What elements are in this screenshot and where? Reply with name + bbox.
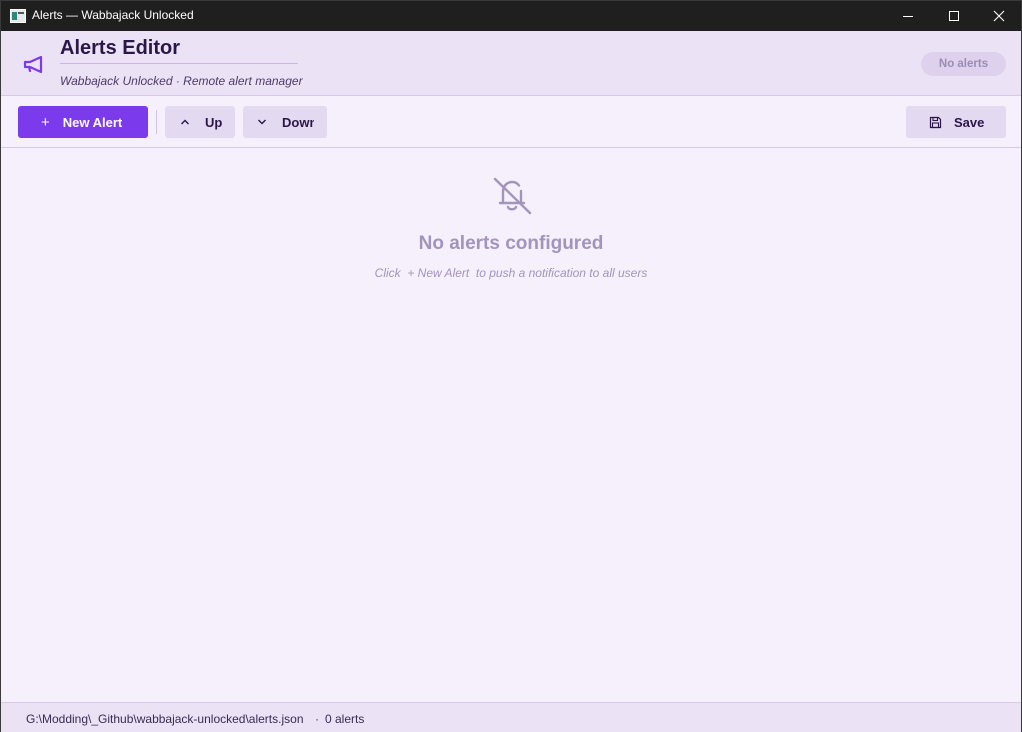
status-separator: · — [315, 712, 319, 726]
chevron-down-icon — [258, 119, 266, 125]
save-icon — [929, 116, 942, 128]
move-down-button[interactable]: Down — [243, 106, 327, 138]
megaphone-icon — [23, 55, 43, 74]
bell-off-icon — [493, 177, 532, 215]
app-window: Alerts — Wabbajack Unlocked Alerts Edito… — [0, 0, 1022, 732]
file-path: G:\Modding\_Github\wabbajack-unlocked\al… — [26, 712, 304, 726]
chevron-up-icon — [181, 119, 189, 125]
save-label: Save — [954, 114, 985, 130]
alerts-list-area: No alerts configured Click + New Alert t… — [1, 148, 1021, 702]
new-alert-button[interactable]: + New Alert — [18, 106, 148, 138]
app-icon — [10, 9, 26, 23]
title-bar: Alerts — Wabbajack Unlocked — [1, 1, 1021, 31]
alert-count-badge: No alerts — [921, 52, 1006, 76]
maximize-button[interactable] — [931, 1, 977, 31]
toolbar-divider — [156, 110, 157, 134]
move-up-label: Up — [205, 114, 223, 130]
plus-icon: + — [41, 113, 50, 131]
title-underline — [60, 63, 298, 64]
minimize-button[interactable] — [885, 1, 931, 31]
page-title: Alerts Editor — [60, 37, 181, 59]
empty-state-title: No alerts configured — [418, 233, 604, 254]
empty-state-hint: Click + New Alert to push a notification… — [374, 266, 648, 280]
close-button[interactable] — [976, 1, 1022, 31]
window-title: Alerts — Wabbajack Unlocked — [32, 8, 194, 22]
maximize-icon — [949, 11, 959, 21]
editor-header: Alerts Editor Wabbajack Unlocked · Remot… — [1, 31, 1021, 96]
toolbar: + New Alert Up Down Save — [1, 96, 1021, 148]
move-up-button[interactable]: Up — [165, 106, 235, 138]
close-icon — [993, 10, 1005, 22]
page-subtitle: Wabbajack Unlocked · Remote alert manage… — [60, 74, 303, 88]
save-button[interactable]: Save — [906, 106, 1006, 138]
status-bar: G:\Modding\_Github\wabbajack-unlocked\al… — [1, 702, 1021, 732]
new-alert-label: New Alert — [62, 114, 123, 130]
move-down-label: Down — [282, 114, 314, 130]
alert-count: 0 alerts — [325, 712, 365, 726]
minimize-icon — [903, 16, 913, 17]
